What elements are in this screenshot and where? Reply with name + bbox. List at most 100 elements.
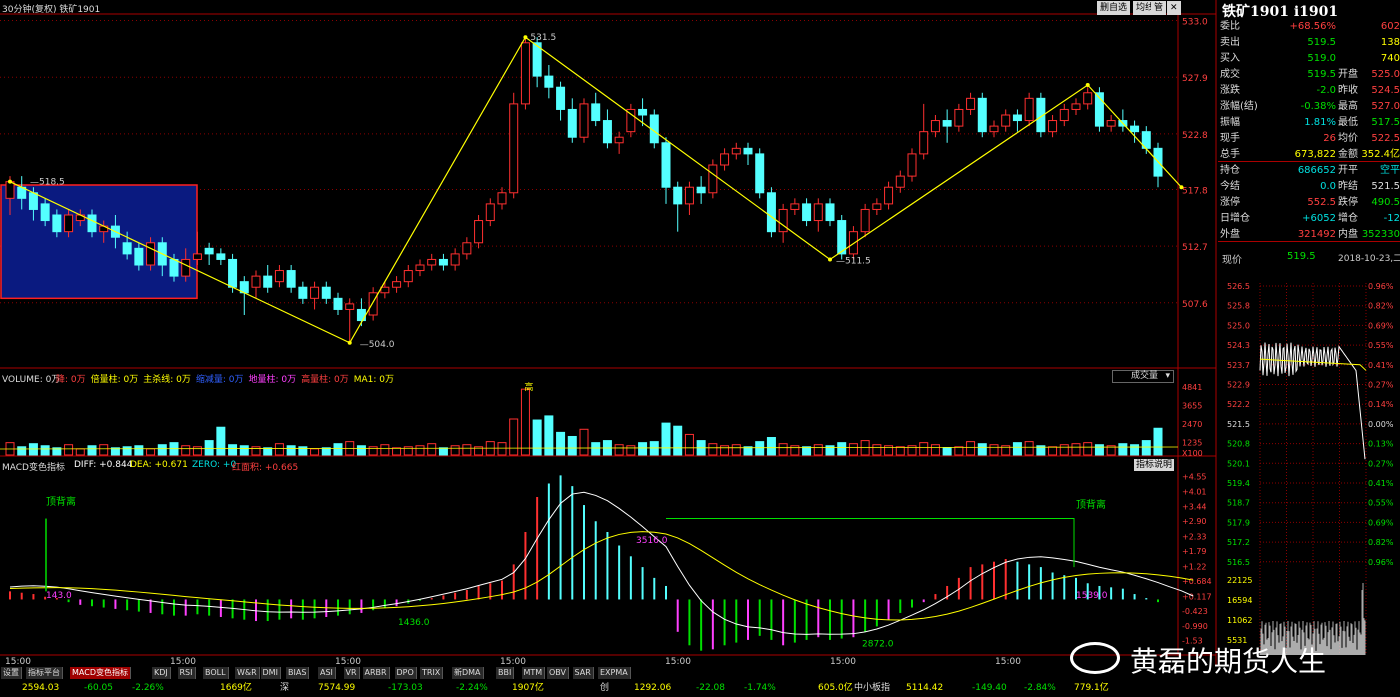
macd-diff: DIFF: +0.844 (74, 460, 133, 470)
candle-body (661, 142, 671, 188)
divergence-label-2: 顶背离 (1076, 498, 1106, 511)
indicator-tab[interactable]: 设置 (1, 667, 22, 679)
volume-bar (192, 446, 202, 456)
volume-bar (977, 443, 987, 456)
candle-body (356, 308, 366, 322)
delete-watchlist-button[interactable]: 删自选 (1097, 1, 1131, 15)
quote-right-label: 均价 (1338, 133, 1358, 144)
quote-row: 成交 519.5 开盘 525.0 (1218, 67, 1400, 82)
volume-bar (626, 445, 636, 456)
intraday-price-tick: 516.5 (1227, 558, 1250, 567)
market-stat: 1907亿 (512, 683, 544, 693)
candle-body (485, 203, 495, 222)
market-stat: 5114.42 (906, 683, 944, 693)
volume-select[interactable]: 成交量 ▾ (1112, 370, 1174, 383)
market-stat: -2.84% (1024, 683, 1056, 693)
candle-body (966, 97, 976, 110)
quote-label: 涨幅(结) (1220, 101, 1258, 112)
volume-bar (333, 443, 343, 456)
intraday-price-tick: 525.0 (1227, 321, 1250, 330)
indicator-tab[interactable]: BIAS (286, 667, 310, 679)
intraday-price-tick: 522.9 (1227, 381, 1250, 390)
quote-value: 552.5 (1307, 197, 1336, 208)
price-tick-label: 522.8 (1182, 131, 1208, 141)
candle-body (52, 214, 62, 233)
candle-body (1012, 114, 1022, 122)
indicator-tab[interactable]: 指标平台 (26, 667, 63, 679)
quote-row: 涨幅(结) -0.38% 最高 527.0 (1218, 99, 1400, 114)
manage-button[interactable]: 管 (1151, 1, 1167, 15)
quote-row: 总手 673,822 金额 352.4亿 (1218, 147, 1400, 162)
chart-canvas: 533.0 527.9 522.8 517.8 512.7 507.6 —518.5 531.… (0, 0, 1400, 697)
volume-bar (649, 441, 659, 456)
quote-row: 卖出 519.5 138 (1218, 35, 1400, 50)
indicator-help-button[interactable]: 指标说明 (1134, 459, 1174, 471)
indicator-tab[interactable]: ASI (318, 667, 336, 679)
candle-body (87, 214, 97, 233)
close-icon[interactable]: ✕ (1167, 1, 1181, 15)
candle-body (28, 192, 38, 210)
volume-bar (1141, 440, 1151, 456)
candle-body (474, 220, 484, 244)
candle-body (872, 203, 882, 210)
trend-point (828, 257, 832, 262)
indicator-tab[interactable]: RSI (177, 667, 196, 679)
candle-body (860, 208, 870, 233)
indicator-tab[interactable]: DMI (260, 667, 281, 679)
volume-bar (579, 428, 589, 456)
time-tick-label: 15:00 (5, 657, 31, 667)
macd-tick-label: +1.79 (1182, 547, 1207, 556)
indicator-tab[interactable]: TRIX (420, 667, 444, 679)
trend-point (8, 179, 12, 184)
volume-bar (298, 446, 308, 456)
indicator-tab[interactable]: OBV (547, 667, 570, 679)
candle-body (813, 203, 823, 222)
indicator-tab[interactable]: MTM (521, 667, 546, 679)
candle-body (520, 42, 530, 105)
indicator-tab[interactable]: DPO (394, 667, 417, 679)
volume-bar (40, 445, 50, 456)
macd-tick-label: +0.117 (1182, 592, 1212, 601)
volume-bar (310, 448, 320, 456)
volume-bar (286, 445, 296, 456)
macd-title: MACD变色指标 (2, 463, 65, 473)
candle-body (345, 303, 355, 310)
quote-value: 519.0 (1307, 53, 1336, 64)
indicator-tab[interactable]: BOLL (203, 667, 229, 679)
intraday-pct-tick: 0.82% (1368, 538, 1394, 547)
indicator-tab[interactable]: KDJ (152, 667, 171, 679)
volume-bar (134, 445, 144, 456)
volume-bar (438, 447, 448, 456)
volume-bar (837, 442, 847, 456)
quote-right-value: 空平 (1380, 165, 1400, 176)
time-tick-label: 15:00 (665, 657, 691, 667)
volume-bar (1071, 443, 1081, 456)
indicator-tab[interactable]: ARBR (362, 667, 390, 679)
indicator-tab[interactable]: VR (343, 667, 360, 679)
indicator-tab[interactable]: EXPMA (598, 667, 631, 679)
volume-bar (813, 444, 823, 456)
indicator-tab[interactable]: W&R (235, 667, 260, 679)
volume-bar (731, 444, 741, 456)
volume-bar (520, 388, 530, 456)
volume-bar (497, 442, 507, 456)
quote-right-label: 跌停 (1338, 197, 1358, 208)
indicator-tab[interactable]: BBI (496, 667, 515, 679)
intraday-price-tick: 524.3 (1227, 341, 1250, 350)
volume-bar (872, 444, 882, 456)
annotation-low-1: —504.0 (360, 340, 395, 350)
indicator-tab[interactable]: 新DMA (452, 667, 484, 679)
candle-body (977, 97, 987, 133)
volume-bar (755, 441, 765, 456)
indicator-tab[interactable]: MACD变色指标 (70, 667, 131, 679)
quote-right-value: 138 (1380, 37, 1400, 48)
candle-body (509, 103, 519, 194)
volume-bar (87, 445, 97, 456)
quote-row: 持仓 686652 开平 空平 (1218, 163, 1400, 178)
macd-zero: ZERO: +0 (192, 460, 237, 470)
intraday-price-tick: 525.8 (1227, 302, 1250, 311)
candle-body (1071, 103, 1081, 110)
candle-body (638, 108, 648, 116)
candle-body (380, 286, 390, 294)
indicator-tab[interactable]: SAR (572, 667, 594, 679)
